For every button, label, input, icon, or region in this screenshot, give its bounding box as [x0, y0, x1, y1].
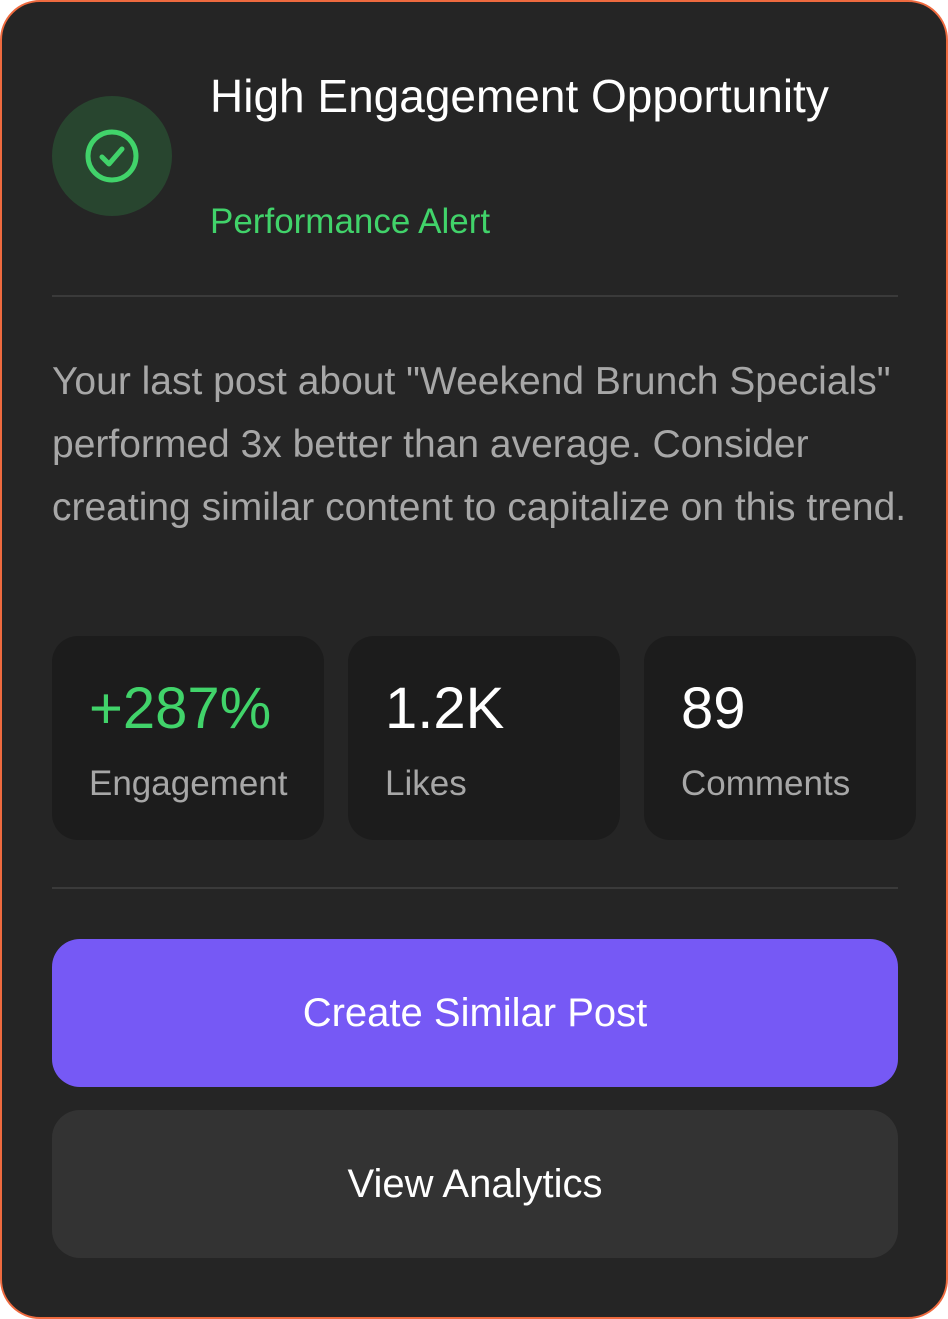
header-divider: [52, 295, 898, 297]
stat-label: Likes: [385, 764, 467, 803]
stat-value: +287%: [89, 676, 272, 741]
stat-label: Engagement: [89, 764, 288, 803]
alert-header: High Engagement Opportunity Performance …: [52, 66, 902, 246]
create-similar-post-button[interactable]: Create Similar Post: [52, 939, 898, 1087]
check-circle-icon: [85, 129, 139, 183]
stat-card-comments: 89 Comments: [644, 636, 916, 840]
stats-divider: [52, 887, 898, 889]
alert-category: Performance Alert: [210, 202, 491, 241]
stat-value: 1.2K: [385, 676, 505, 741]
status-icon-badge: [52, 96, 172, 216]
stat-value: 89: [681, 676, 746, 741]
alert-card: High Engagement Opportunity Performance …: [0, 0, 948, 1319]
alert-description: Your last post about "Weekend Brunch Spe…: [52, 360, 907, 529]
alert-title: High Engagement Opportunity: [210, 70, 829, 122]
stat-label: Comments: [681, 764, 851, 803]
stat-card-engagement: +287% Engagement: [52, 636, 324, 840]
view-analytics-button[interactable]: View Analytics: [52, 1110, 898, 1258]
stat-card-likes: 1.2K Likes: [348, 636, 620, 840]
